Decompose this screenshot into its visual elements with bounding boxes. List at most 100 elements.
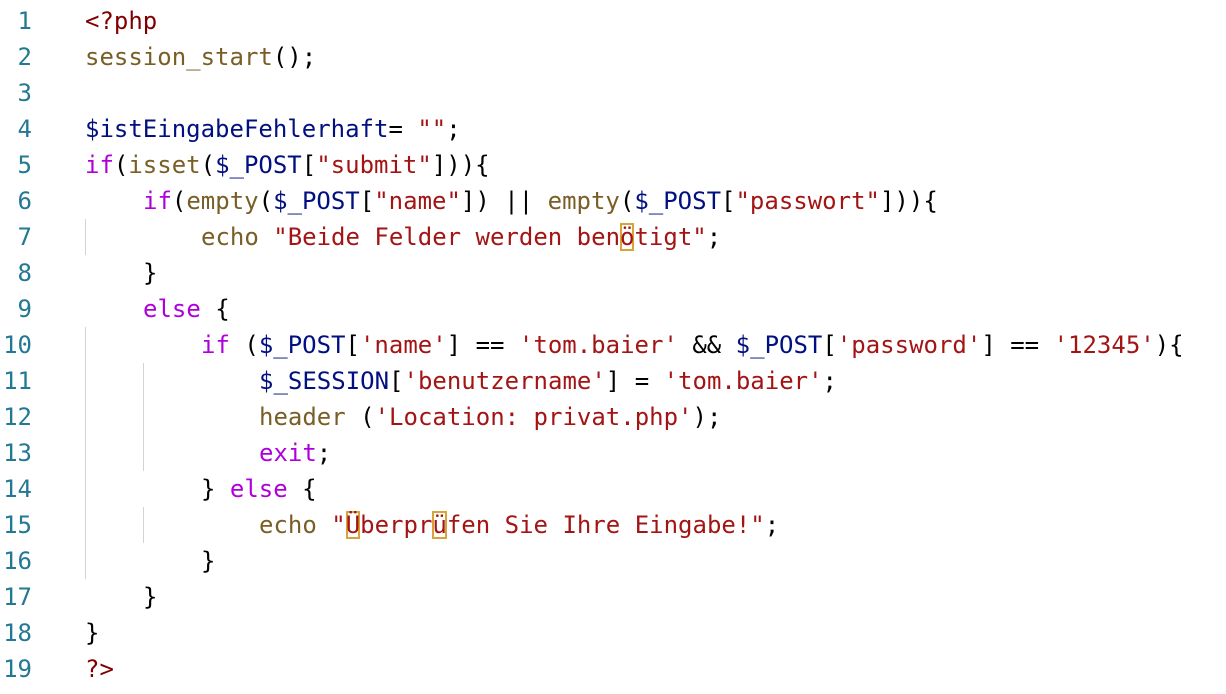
line-number: 9 [17,295,32,323]
code-token: else [229,475,288,503]
code-token: ); [692,403,722,431]
code-token: if [85,151,114,179]
code-token: [ [721,187,736,215]
code-token: isset [128,151,201,179]
code-line[interactable]: 13 exit; [0,435,1226,471]
code-token: } [201,547,216,575]
code-token: } [143,259,158,287]
code-line[interactable]: 11 $_SESSION['benutzername'] = 'tom.baier… [0,363,1226,399]
unicode-highlight: ü [432,511,447,539]
code-text: if(isset($_POST["submit"])){ [85,147,490,183]
code-token: tigt" [634,223,707,251]
code-token: exit [259,439,317,467]
code-token: ; [706,223,722,251]
code-line[interactable]: 4 $istEingabeFehlerhaft= ""; [0,111,1226,147]
code-token: "submit" [316,151,432,179]
code-token: (); [272,43,317,71]
code-token: ( [171,187,187,215]
indent-guide [85,543,86,579]
line-number: 3 [17,79,32,107]
code-token: echo [201,223,274,251]
code-text: if(empty($_POST["name"]) || empty($_POST… [143,183,938,219]
code-token: 'Location: privat.php' [374,403,693,431]
code-token: $_POST [215,151,302,179]
code-token: ( [113,151,129,179]
code-line[interactable]: 7 echo "Beide Felder werden benötigt"; [0,219,1226,255]
code-text: if ($_POST['name'] == 'tom.baier' && $_P… [201,327,1184,363]
code-line[interactable]: 18} [0,615,1226,651]
code-line[interactable]: 3 [0,75,1226,111]
line-number: 12 [3,403,32,431]
code-token: [ [359,187,375,215]
code-line[interactable]: 9 else { [0,291,1226,327]
code-token: 'name' [359,331,447,359]
code-token: ; [446,115,461,143]
line-number: 2 [17,43,32,71]
code-token: [ [389,367,404,395]
code-line[interactable]: 5 if(isset($_POST["submit"])){ [0,147,1226,183]
code-token: 'tom.baier' [663,367,823,395]
code-token: ?> [85,655,114,683]
code-token: <?php [85,7,158,35]
line-number: 16 [3,547,32,575]
code-line[interactable]: 1 <?php [0,3,1226,39]
indent-guide [85,471,86,507]
line-number: 1 [17,7,32,35]
code-token: empty [186,187,259,215]
code-line[interactable]: 8} [0,255,1226,291]
code-token: else [143,295,201,323]
code-token: ])){ [879,187,938,215]
code-token: } [201,475,230,503]
code-token: $_SESSION [259,367,390,395]
code-text: } [143,579,157,615]
code-text: <?php [85,3,157,39]
code-token: ] = [605,367,664,395]
code-line[interactable]: 16} [0,543,1226,579]
code-token: = [388,115,418,143]
line-number: 18 [3,619,32,647]
code-text: $_SESSION['benutzername'] = 'tom.baier'; [259,363,837,399]
code-token: { [287,475,317,503]
indent-guide [143,507,144,543]
code-token: header [259,403,346,431]
unicode-highlight: ö [620,223,635,251]
code-token: " [331,511,346,539]
code-token: 'tom.baier' [518,331,678,359]
line-number: 8 [17,259,32,287]
code-text: } [201,543,215,579]
code-line[interactable]: 10 if ($_POST['name'] == 'tom.baier' && $… [0,327,1226,363]
line-number: 17 [3,583,32,611]
code-token: ]) || [460,187,548,215]
code-token: 'password' [836,331,982,359]
code-line[interactable]: 14} else { [0,471,1226,507]
code-editor[interactable]: 1 <?php 2 session_start(); 3 4 $istEingabeFehl… [0,3,1226,687]
code-token: 'benutzername' [403,367,606,395]
code-token: ( [258,187,274,215]
code-line[interactable]: 19 ?> [0,651,1226,687]
indent-guide [85,507,86,543]
code-text: header ('Location: privat.php'); [259,399,721,435]
code-token: [ [301,151,317,179]
code-text: else { [143,291,230,327]
code-token: "name" [374,187,461,215]
line-number: 15 [3,511,32,539]
code-token: if [201,331,230,359]
indent-guide [143,399,144,435]
indent-guide [85,327,86,363]
code-token: '12345' [1053,331,1155,359]
code-token: } [85,619,100,647]
code-token: ){ [1154,331,1184,359]
code-token: [ [345,331,360,359]
code-text: echo "Beide Felder werden benötigt"; [201,219,721,255]
code-line[interactable]: 15 echo "Überprüfen Sie Ihre Eingabe!"; [0,507,1226,543]
code-line[interactable]: 12 header ('Location: privat.php'); [0,399,1226,435]
code-line[interactable]: 17} [0,579,1226,615]
code-token: "passwort" [735,187,880,215]
line-number: 5 [17,151,32,179]
code-token: && [677,331,736,359]
indent-guide [85,399,86,435]
code-line[interactable]: 2 session_start(); [0,39,1226,75]
code-token: ] == [446,331,519,359]
indent-guide [143,435,144,471]
code-line[interactable]: 6 if(empty($_POST["name"]) || empty($_POS… [0,183,1226,219]
